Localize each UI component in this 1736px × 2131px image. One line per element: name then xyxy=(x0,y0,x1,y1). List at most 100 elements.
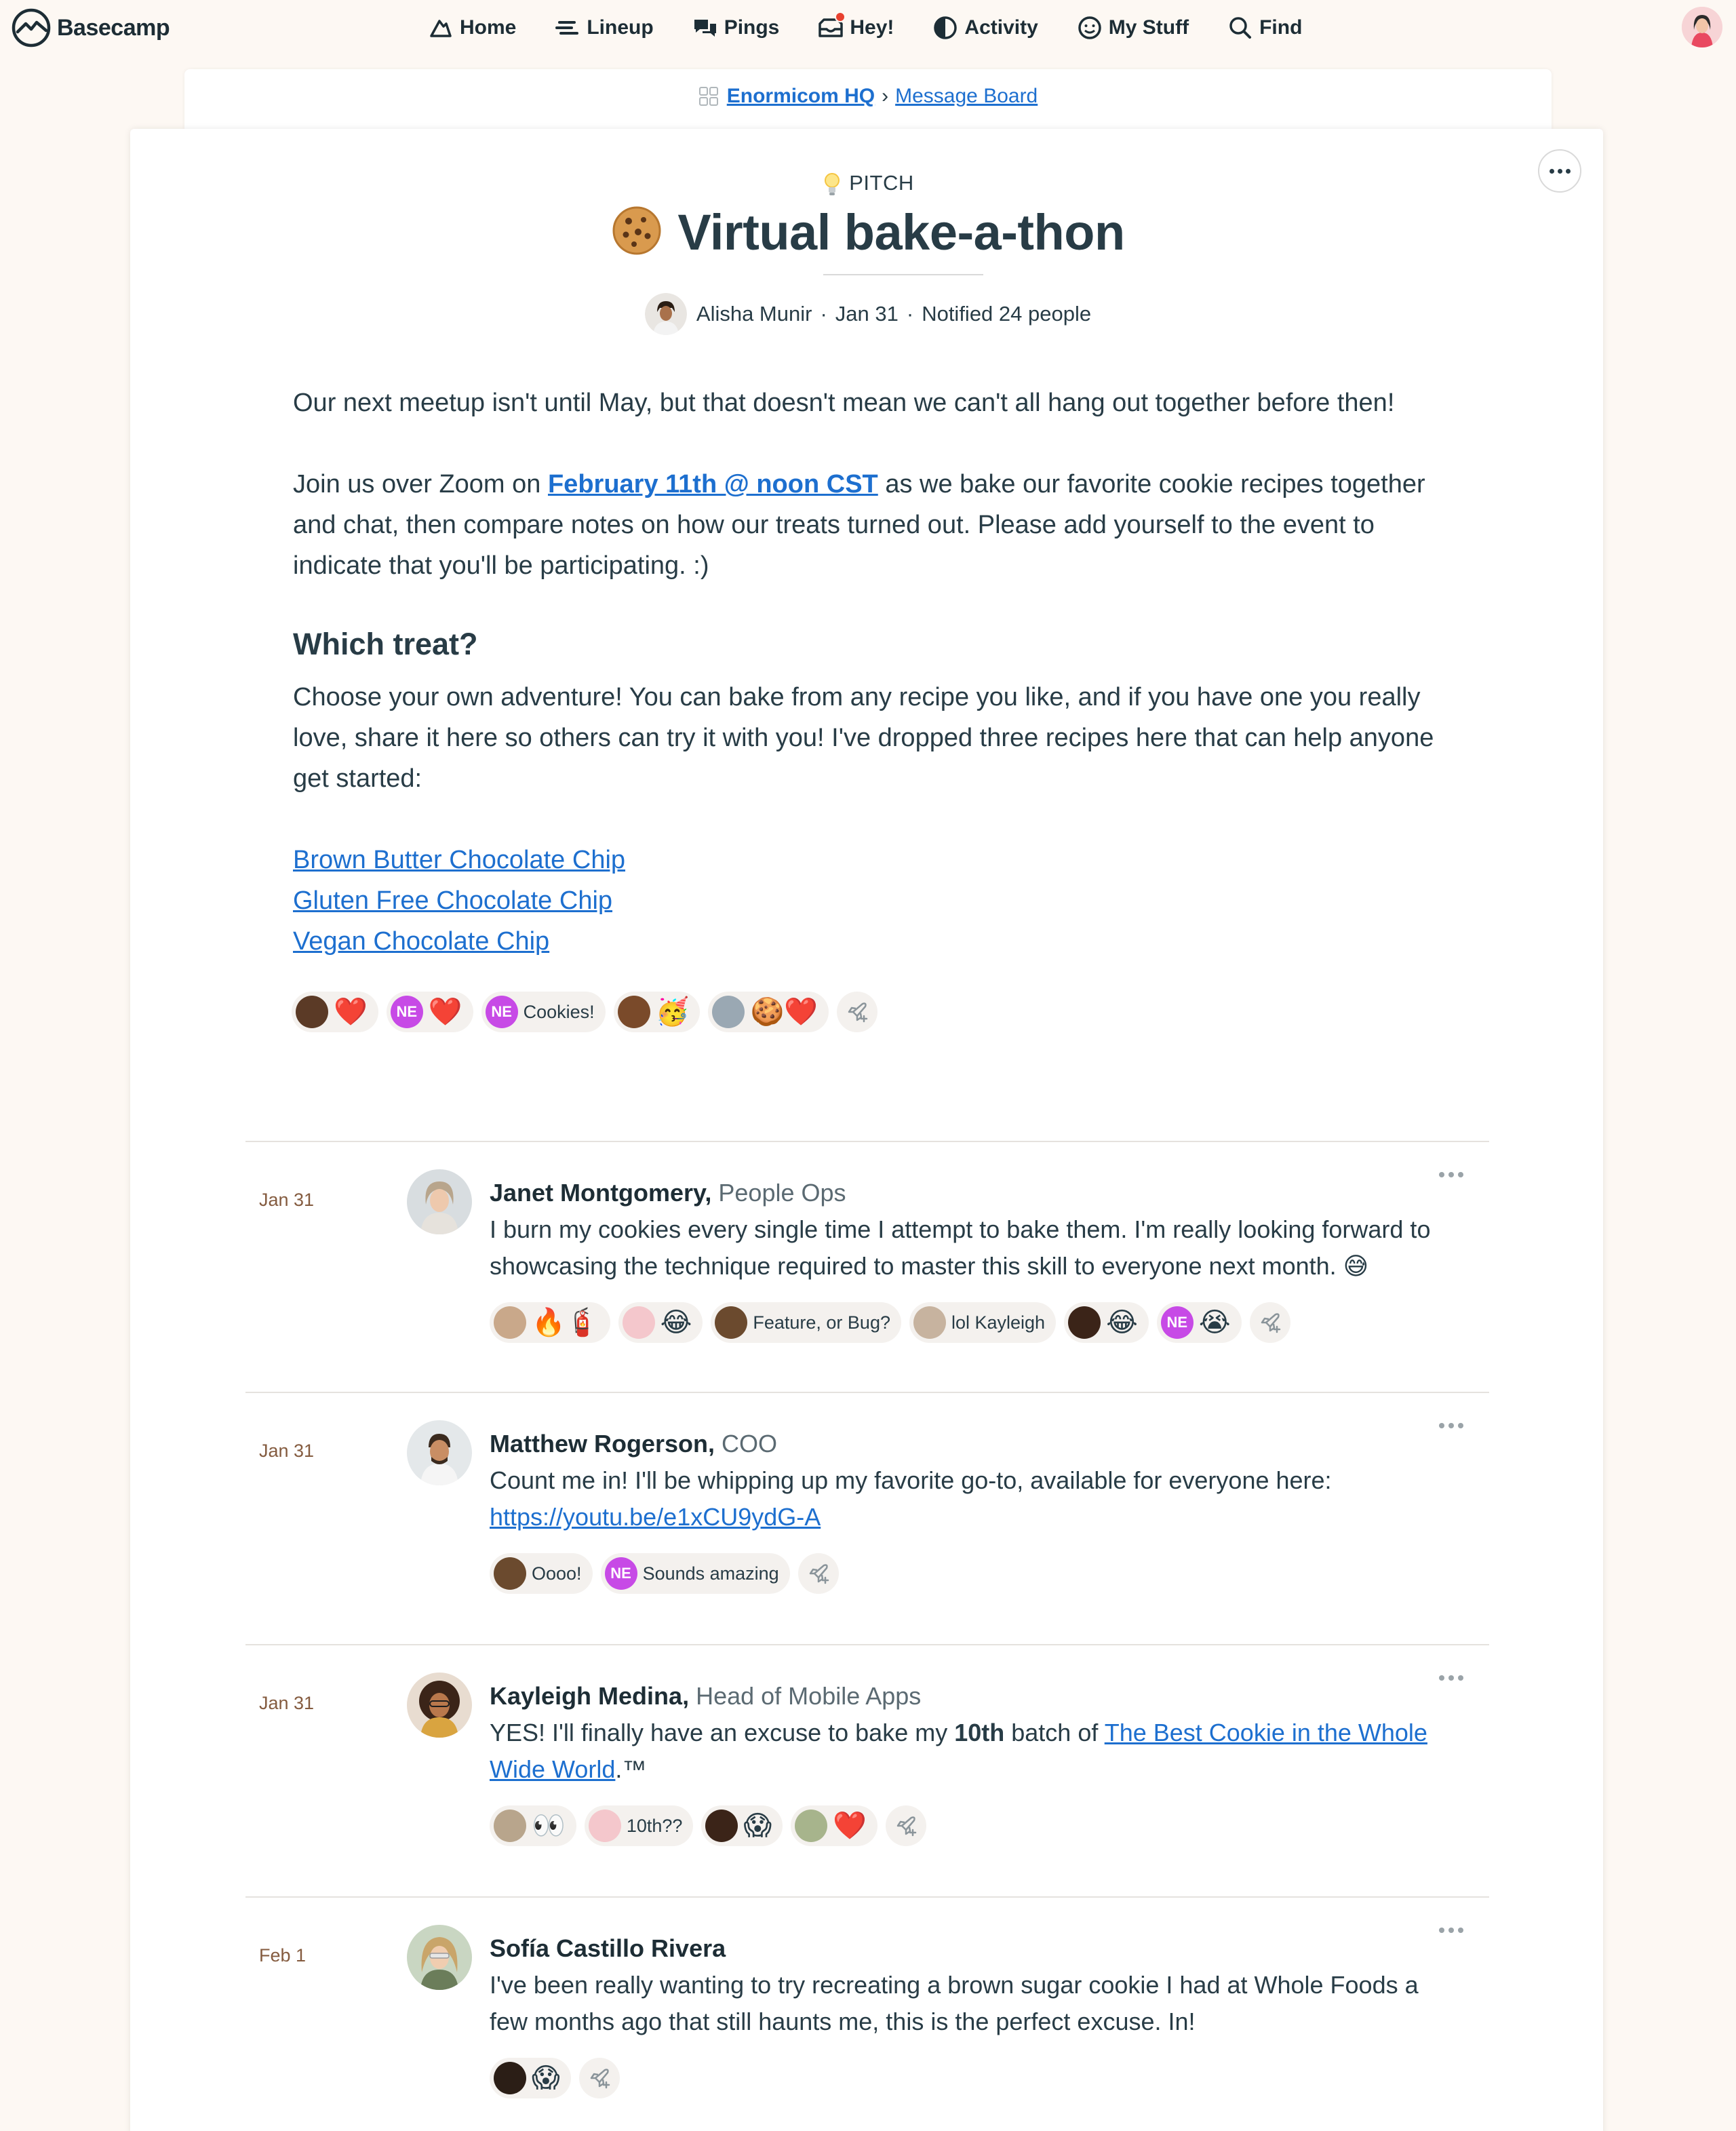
comment-text-part: batch of xyxy=(1004,1719,1105,1746)
comment-body: Janet Montgomery, People Ops I burn my c… xyxy=(490,1175,1453,1343)
boost[interactable]: 😂 xyxy=(1064,1302,1149,1343)
boost[interactable]: Oooo! xyxy=(490,1553,593,1594)
add-boost-button[interactable] xyxy=(885,1805,926,1846)
commenter-avatar[interactable] xyxy=(407,1169,472,1234)
boost[interactable]: NE 😭 xyxy=(1156,1302,1242,1343)
boost-content: Cookies! xyxy=(523,1001,595,1022)
breadcrumb-message-board-link[interactable]: Message Board xyxy=(895,85,1038,108)
basecamp-logo-icon xyxy=(12,8,51,47)
nav-hey-label: Hey! xyxy=(850,16,894,39)
nav-home-label: Home xyxy=(460,16,517,39)
breadcrumb-bar: Enormicom HQ › Message Board xyxy=(184,69,1552,130)
commenter-avatar[interactable] xyxy=(407,1420,472,1485)
boost[interactable]: 🍪❤️ xyxy=(708,992,829,1032)
commenter-name[interactable]: Janet Montgomery, xyxy=(490,1179,711,1207)
event-date-link[interactable]: February 11th @ noon CST xyxy=(548,470,878,498)
boost[interactable]: 😱 xyxy=(701,1805,783,1846)
comment-options-icon[interactable] xyxy=(1439,1675,1463,1681)
boost[interactable]: ❤️ xyxy=(292,992,378,1032)
boost[interactable]: NE Cookies! xyxy=(481,992,606,1032)
add-boost-button[interactable] xyxy=(797,1553,839,1594)
boost-content: 🔥🧯 xyxy=(532,1308,599,1337)
boost-avatar-initials: NE xyxy=(1160,1306,1194,1339)
author-avatar[interactable] xyxy=(644,293,687,335)
comment-date: Jan 31 xyxy=(259,1693,315,1713)
commenter-role: Head of Mobile Apps xyxy=(696,1682,922,1710)
lightbulb-icon xyxy=(825,173,840,195)
boost[interactable]: 10th?? xyxy=(584,1805,694,1846)
commenter-name[interactable]: Sofía Castillo Rivera xyxy=(490,1934,726,1962)
boost[interactable]: 🔥🧯 xyxy=(490,1302,610,1343)
boost-content: 🥳 xyxy=(655,997,690,1027)
add-boost-button[interactable] xyxy=(578,2058,620,2098)
boost-content: 😱 xyxy=(532,2063,560,2093)
boost[interactable]: 😂 xyxy=(618,1302,703,1343)
comment-header: Kayleigh Medina, Head of Mobile Apps xyxy=(490,1678,1453,1715)
message-boosts: ❤️ NE ❤️ NE Cookies! 🥳 🍪❤️ xyxy=(292,992,878,1032)
comment-body: Kayleigh Medina, Head of Mobile Apps YES… xyxy=(490,1678,1453,1846)
rocket-icon xyxy=(848,1002,868,1023)
breadcrumb-project-link[interactable]: Enormicom HQ xyxy=(727,85,875,108)
boost-avatar xyxy=(494,1810,526,1842)
commenter-name[interactable]: Matthew Rogerson, xyxy=(490,1430,715,1458)
boost-content: ❤️ xyxy=(428,997,462,1027)
comment-divider xyxy=(245,1392,1489,1393)
nav-my-stuff[interactable]: My Stuff xyxy=(1076,14,1189,41)
comment-text-bold: 10th xyxy=(954,1719,1005,1746)
author-name[interactable]: Alisha Munir xyxy=(696,302,812,326)
rocket-icon xyxy=(896,1816,917,1837)
boost[interactable]: ❤️ xyxy=(791,1805,877,1846)
comment-text: YES! I'll finally have an excuse to bake… xyxy=(490,1715,1453,1788)
boost-avatar xyxy=(715,1306,748,1339)
basecamp-logo[interactable]: Basecamp xyxy=(11,7,170,49)
comment-text-part: YES! I'll finally have an excuse to bake… xyxy=(490,1719,955,1746)
boost[interactable]: 🥳 xyxy=(613,992,701,1032)
message-body: Our next meetup isn't until May, but tha… xyxy=(293,383,1459,962)
boost-avatar xyxy=(617,996,650,1028)
comment-options-icon[interactable] xyxy=(1439,1172,1463,1177)
boost[interactable]: 👀 xyxy=(490,1805,576,1846)
recipe-link-brown-butter[interactable]: Brown Butter Chocolate Chip xyxy=(293,840,1459,880)
home-icon xyxy=(430,20,452,37)
nav-activity[interactable]: Activity xyxy=(932,14,1038,41)
breadcrumb-separator: › xyxy=(882,85,889,107)
nav-find[interactable]: Find xyxy=(1227,14,1302,41)
boost-avatar-initials: NE xyxy=(390,996,423,1028)
comment-options-icon[interactable] xyxy=(1439,1423,1463,1428)
notified-count[interactable]: Notified 24 people xyxy=(922,302,1091,326)
nav-pings[interactable]: Pings xyxy=(692,14,779,41)
boost-avatar xyxy=(622,1306,655,1339)
user-avatar[interactable] xyxy=(1682,7,1722,47)
commenter-avatar[interactable] xyxy=(407,1673,472,1738)
youtube-link[interactable]: https://youtu.be/e1xCU9ydG-A xyxy=(490,1503,821,1531)
comment-boosts: 🔥🧯 😂 Feature, or Bug? lol Kayleigh 😂 NE 😭 xyxy=(490,1302,1453,1343)
recipe-link-gluten-free[interactable]: Gluten Free Chocolate Chip xyxy=(293,880,1459,921)
boost[interactable]: NE Sounds amazing xyxy=(600,1553,790,1594)
add-boost-button[interactable] xyxy=(837,992,878,1032)
comment-divider xyxy=(245,1896,1489,1898)
nav-items: Home Lineup Pings Hey! Activity My Stuff… xyxy=(427,11,1340,45)
boost[interactable]: NE ❤️ xyxy=(386,992,473,1032)
boost-content: 😂 xyxy=(660,1308,692,1337)
nav-home[interactable]: Home xyxy=(427,14,516,41)
add-boost-button[interactable] xyxy=(1249,1302,1290,1343)
recipe-link-vegan[interactable]: Vegan Chocolate Chip xyxy=(293,921,1459,962)
commenter-role: COO xyxy=(722,1430,778,1458)
nav-hey[interactable]: Hey! xyxy=(817,12,894,41)
nav-lineup[interactable]: Lineup xyxy=(554,14,654,41)
commenter-role: People Ops xyxy=(718,1179,846,1207)
boost[interactable]: Feature, or Bug? xyxy=(711,1302,901,1343)
commenter-avatar[interactable] xyxy=(407,1925,472,1990)
commenter-name[interactable]: Kayleigh Medina, xyxy=(490,1682,689,1710)
boost-content: 😂 xyxy=(1106,1308,1138,1337)
boost-avatar xyxy=(913,1306,946,1339)
comment-date: Jan 31 xyxy=(259,1190,315,1210)
boost[interactable]: 😱 xyxy=(490,2058,571,2098)
boost-avatar xyxy=(296,996,328,1028)
my-stuff-icon xyxy=(1078,16,1101,39)
boost-avatar xyxy=(1068,1306,1101,1339)
comment-text-part: Count me in! I'll be whipping up my favo… xyxy=(490,1466,1332,1494)
boost[interactable]: lol Kayleigh xyxy=(909,1302,1057,1343)
comment-options-icon[interactable] xyxy=(1439,1928,1463,1933)
boost-avatar xyxy=(588,1810,621,1842)
